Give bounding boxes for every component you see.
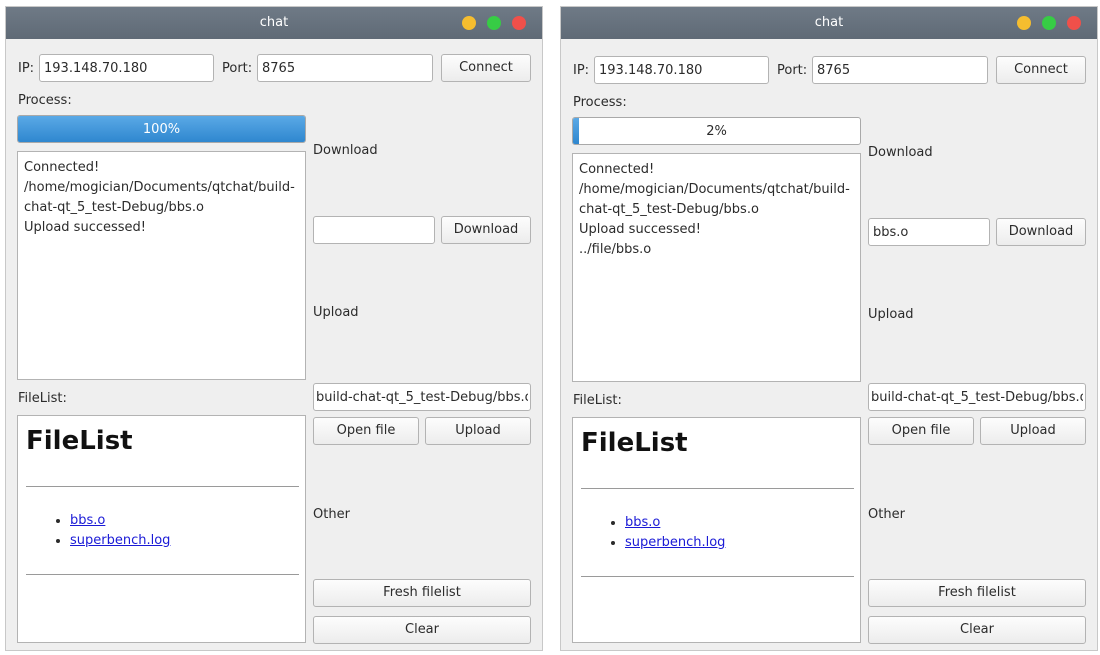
download-input[interactable] [313, 216, 435, 244]
list-item: superbench.log [70, 531, 170, 551]
log-panel[interactable]: Connected! /home/mogician/Documents/qtcha… [17, 151, 306, 380]
close-icon[interactable] [512, 16, 526, 30]
port-input[interactable] [257, 54, 433, 82]
minimize-icon[interactable] [462, 16, 476, 30]
upload-label: Upload [313, 305, 359, 320]
progress-text: 2% [706, 124, 727, 139]
clear-button[interactable]: Clear [868, 616, 1086, 644]
divider [26, 574, 299, 575]
filelist-heading: FileList [581, 428, 688, 458]
file-list: bbs.o superbench.log [581, 513, 725, 553]
open-file-button[interactable]: Open file [868, 417, 974, 445]
other-label: Other [868, 507, 905, 522]
clear-button[interactable]: Clear [313, 616, 531, 644]
windows-container: chat IP: Port: Connect Process: 100% Con… [0, 0, 1100, 655]
chat-window-right: chat IP: Port: Connect Process: 2% Conne… [560, 6, 1098, 651]
ip-label: IP: [573, 63, 590, 78]
process-label: Process: [573, 95, 627, 110]
filelist-panel: FileList bbs.o superbench.log [572, 417, 861, 643]
download-button[interactable]: Download [996, 218, 1086, 246]
file-link[interactable]: superbench.log [625, 535, 725, 550]
file-link[interactable]: superbench.log [70, 533, 170, 548]
list-item: bbs.o [70, 511, 170, 531]
progress-text: 100% [142, 122, 181, 137]
log-line: ../file/bbs.o [579, 242, 652, 257]
log-line: Upload successed! [579, 222, 701, 237]
other-label: Other [313, 507, 350, 522]
connect-button[interactable]: Connect [996, 56, 1086, 84]
minimize-icon[interactable] [1017, 16, 1031, 30]
log-line: /home/mogician/Documents/qtchat/build-ch… [579, 182, 850, 217]
list-item: bbs.o [625, 513, 725, 533]
filelist-panel: FileList bbs.o superbench.log [17, 415, 306, 643]
upload-button[interactable]: Upload [425, 417, 531, 445]
log-line: Upload successed! [24, 220, 146, 235]
list-item: superbench.log [625, 533, 725, 553]
log-line: Connected! [24, 160, 100, 175]
log-panel[interactable]: Connected! /home/mogician/Documents/qtcha… [572, 153, 861, 382]
download-input[interactable] [868, 218, 990, 246]
download-button[interactable]: Download [441, 216, 531, 244]
file-link[interactable]: bbs.o [70, 513, 105, 528]
ip-input[interactable] [39, 54, 214, 82]
close-icon[interactable] [1067, 16, 1081, 30]
log-line: /home/mogician/Documents/qtchat/build-ch… [24, 180, 295, 215]
title-bar[interactable]: chat [561, 7, 1097, 39]
progress-bar: 100% [17, 115, 306, 143]
upload-button[interactable]: Upload [980, 417, 1086, 445]
filelist-label: FileList: [573, 393, 622, 408]
divider [581, 576, 854, 577]
port-label: Port: [777, 63, 808, 78]
upload-path-input[interactable] [868, 383, 1086, 411]
chat-window-left: chat IP: Port: Connect Process: 100% Con… [5, 6, 543, 651]
process-label: Process: [18, 93, 72, 108]
filelist-label: FileList: [18, 391, 67, 406]
upload-path-input[interactable] [313, 383, 531, 411]
title-bar[interactable]: chat [6, 7, 542, 39]
open-file-button[interactable]: Open file [313, 417, 419, 445]
progress-bar: 2% [572, 117, 861, 145]
fresh-filelist-button[interactable]: Fresh filelist [868, 579, 1086, 607]
divider [26, 486, 299, 487]
divider [581, 488, 854, 489]
ip-label: IP: [18, 61, 35, 76]
port-input[interactable] [812, 56, 988, 84]
connect-button[interactable]: Connect [441, 54, 531, 82]
ip-input[interactable] [594, 56, 769, 84]
maximize-icon[interactable] [1042, 16, 1056, 30]
maximize-icon[interactable] [487, 16, 501, 30]
log-line: Connected! [579, 162, 655, 177]
upload-label: Upload [868, 307, 914, 322]
port-label: Port: [222, 61, 253, 76]
fresh-filelist-button[interactable]: Fresh filelist [313, 579, 531, 607]
file-list: bbs.o superbench.log [26, 511, 170, 551]
filelist-heading: FileList [26, 426, 133, 456]
download-label: Download [868, 145, 933, 160]
file-link[interactable]: bbs.o [625, 515, 660, 530]
download-label: Download [313, 143, 378, 158]
